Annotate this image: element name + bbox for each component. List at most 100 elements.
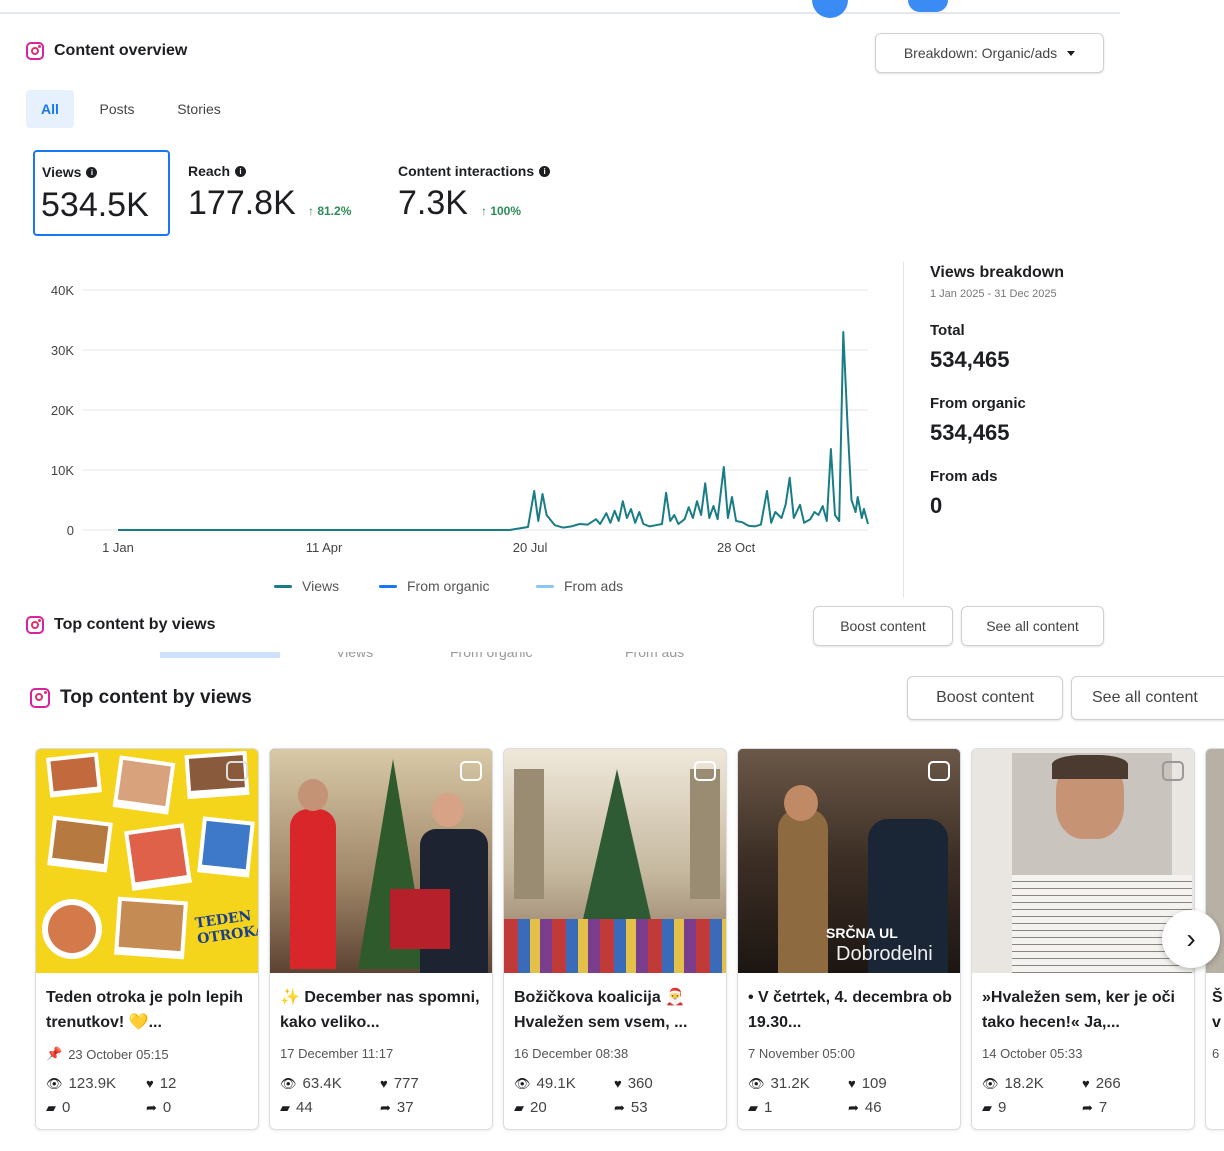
instagram-icon: [30, 688, 50, 708]
views-breakdown-panel: Views breakdown 1 Jan 2025 - 31 Dec 2025…: [930, 264, 1210, 519]
legend-label-views: Views: [302, 578, 340, 594]
post-caption: »Hvaležen sem, ker je oči tako hecen!« J…: [982, 989, 1175, 1031]
legend-from-organic[interactable]: From organic: [379, 578, 489, 594]
metric-label-interactions: Content interactions: [398, 163, 535, 179]
metric-change-reach: ↑ 81.2%: [308, 204, 352, 218]
info-icon[interactable]: i: [235, 165, 247, 177]
share-icon: ➦: [1082, 1099, 1093, 1115]
seam-decoration: [160, 652, 280, 658]
chevron-right-icon[interactable]: ›: [1162, 910, 1220, 968]
carousel-icon: [928, 761, 950, 781]
eye-icon: 👁: [982, 1075, 999, 1091]
legend-swatch-ads: [536, 584, 554, 588]
shares-stat: ➦ 37: [380, 1099, 414, 1116]
views-stat: 👁 49.1K: [514, 1075, 576, 1092]
reel-icon: [460, 761, 482, 781]
ads-label: From ads: [930, 468, 998, 485]
comment-icon: ▰: [514, 1099, 524, 1115]
comments-stat: ▰ 44: [280, 1099, 313, 1116]
legend-from-ads[interactable]: From ads: [536, 578, 623, 594]
tab-posts[interactable]: Posts: [86, 90, 148, 128]
post-date: 17 December 11:17: [280, 1046, 394, 1061]
pin-icon: 📌: [46, 1046, 63, 1061]
views-stat: 👁 18.2K: [982, 1075, 1044, 1092]
post-thumbnail[interactable]: [270, 749, 492, 973]
legend-label-organic: From organic: [407, 578, 490, 594]
chart-x-axis: 1 Jan 11 Apr 20 Jul 28 Oct: [102, 540, 756, 555]
views-breakdown-range: 1 Jan 2025 - 31 Dec 2025: [930, 288, 1057, 300]
tab-stories[interactable]: Stories: [162, 90, 236, 128]
metric-value-reach: 177.8K: [188, 184, 296, 222]
metric-card-reach[interactable]: Reach i 177.8K ↑ 81.2%: [188, 152, 388, 236]
y-tick-label: 40K: [51, 283, 74, 298]
instagram-icon: [26, 616, 44, 634]
legend-swatch-views: [274, 584, 292, 588]
boost-content-button-upper[interactable]: Boost content: [813, 606, 953, 646]
tab-all[interactable]: All: [26, 90, 74, 128]
metric-change-interactions: ↑ 100%: [481, 204, 522, 218]
likes-stat: ♥ 777: [380, 1075, 419, 1092]
chart-y-axis: 40K 30K 20K 10K 0: [51, 283, 74, 538]
share-icon: ➦: [614, 1099, 625, 1115]
metric-value-interactions: 7.3K: [398, 184, 468, 222]
legend-swatch-organic: [379, 584, 397, 588]
x-tick-label: 11 Apr: [306, 540, 343, 555]
post-thumbnail[interactable]: [972, 749, 1194, 973]
total-label: Total: [930, 322, 965, 339]
share-icon: ➦: [848, 1099, 859, 1115]
top-content-label: Top content by views: [60, 687, 252, 708]
heart-icon: ♥: [1082, 1076, 1090, 1091]
screenshot-seam: Views From organic From ads: [0, 652, 1224, 664]
organic-value: 534,465: [930, 420, 1010, 445]
eye-icon: 👁: [748, 1075, 765, 1091]
post-caption: Božičkova koalicija 🎅 Hvaležen sem vsem,…: [514, 989, 688, 1031]
top-content-label-upper: Top content by views: [54, 616, 216, 633]
see-all-content-button-upper[interactable]: See all content: [961, 606, 1104, 646]
content-card[interactable]: SRČNA UL Dobrodelni • V četrtek, 4. dece…: [737, 748, 961, 1130]
post-thumbnail[interactable]: SRČNA UL Dobrodelni: [738, 749, 960, 973]
decorative-shape: [812, 0, 848, 18]
content-card[interactable]: ✨ December nas spomni, kako veliko... 17…: [269, 748, 493, 1130]
shares-stat: ➦ 53: [614, 1099, 648, 1116]
metric-label-reach: Reach: [188, 163, 231, 179]
see-all-content-button[interactable]: See all content: [1071, 676, 1224, 720]
post-caption: Š v: [1212, 989, 1223, 1031]
organic-label: From organic: [930, 395, 1026, 412]
comment-icon: ▰: [748, 1099, 758, 1115]
post-thumbnail[interactable]: TEDEN OTROKA: [36, 749, 258, 973]
post-date: 7 November 05:00: [748, 1046, 855, 1061]
info-icon[interactable]: i: [86, 166, 98, 178]
content-card[interactable]: Božičkova koalicija 🎅 Hvaležen sem vsem,…: [503, 748, 727, 1130]
likes-stat: ♥ 266: [1082, 1075, 1121, 1092]
post-date: 16 December 08:38: [514, 1046, 629, 1061]
post-caption: • V četrtek, 4. decembra ob 19.30...: [748, 989, 952, 1031]
reel-icon: [694, 761, 716, 781]
seam-text: From ads: [625, 652, 685, 660]
shares-stat: ➦ 46: [848, 1099, 882, 1116]
boost-content-button[interactable]: Boost content: [907, 676, 1063, 720]
legend-views[interactable]: Views: [274, 578, 339, 594]
content-overview-title: Content overview: [26, 42, 187, 60]
x-tick-label: 20 Jul: [513, 540, 548, 555]
post-thumbnail[interactable]: [504, 749, 726, 973]
series-line-views: [118, 331, 869, 531]
metric-value-views: 534.5K: [41, 186, 149, 224]
comments-stat: ▰ 0: [46, 1099, 71, 1116]
metric-card-interactions[interactable]: Content interactions i 7.3K ↑ 100%: [398, 152, 618, 236]
top-divider: [0, 12, 1120, 14]
post-date: 14 October 05:33: [982, 1046, 1083, 1061]
heart-icon: ♥: [380, 1076, 388, 1091]
thumbnail-text: Dobrodelni: [836, 943, 933, 965]
breakdown-dropdown[interactable]: Breakdown: Organic/ads: [875, 33, 1104, 73]
post-caption: ✨ December nas spomni, kako veliko...: [280, 989, 480, 1031]
info-icon[interactable]: i: [539, 165, 551, 177]
legend-label-ads: From ads: [564, 578, 624, 594]
metric-card-views[interactable]: Views i 534.5K: [33, 150, 170, 236]
heart-icon: ♥: [146, 1076, 154, 1091]
content-card[interactable]: TEDEN OTROKA Teden otroka je poln lepih …: [35, 748, 259, 1130]
share-icon: ➦: [380, 1099, 391, 1115]
breakdown-dropdown-label: Breakdown: Organic/ads: [903, 45, 1058, 61]
eye-icon: 👁: [46, 1075, 63, 1091]
heart-icon: ♥: [614, 1076, 622, 1091]
likes-stat: ♥ 12: [146, 1075, 177, 1092]
